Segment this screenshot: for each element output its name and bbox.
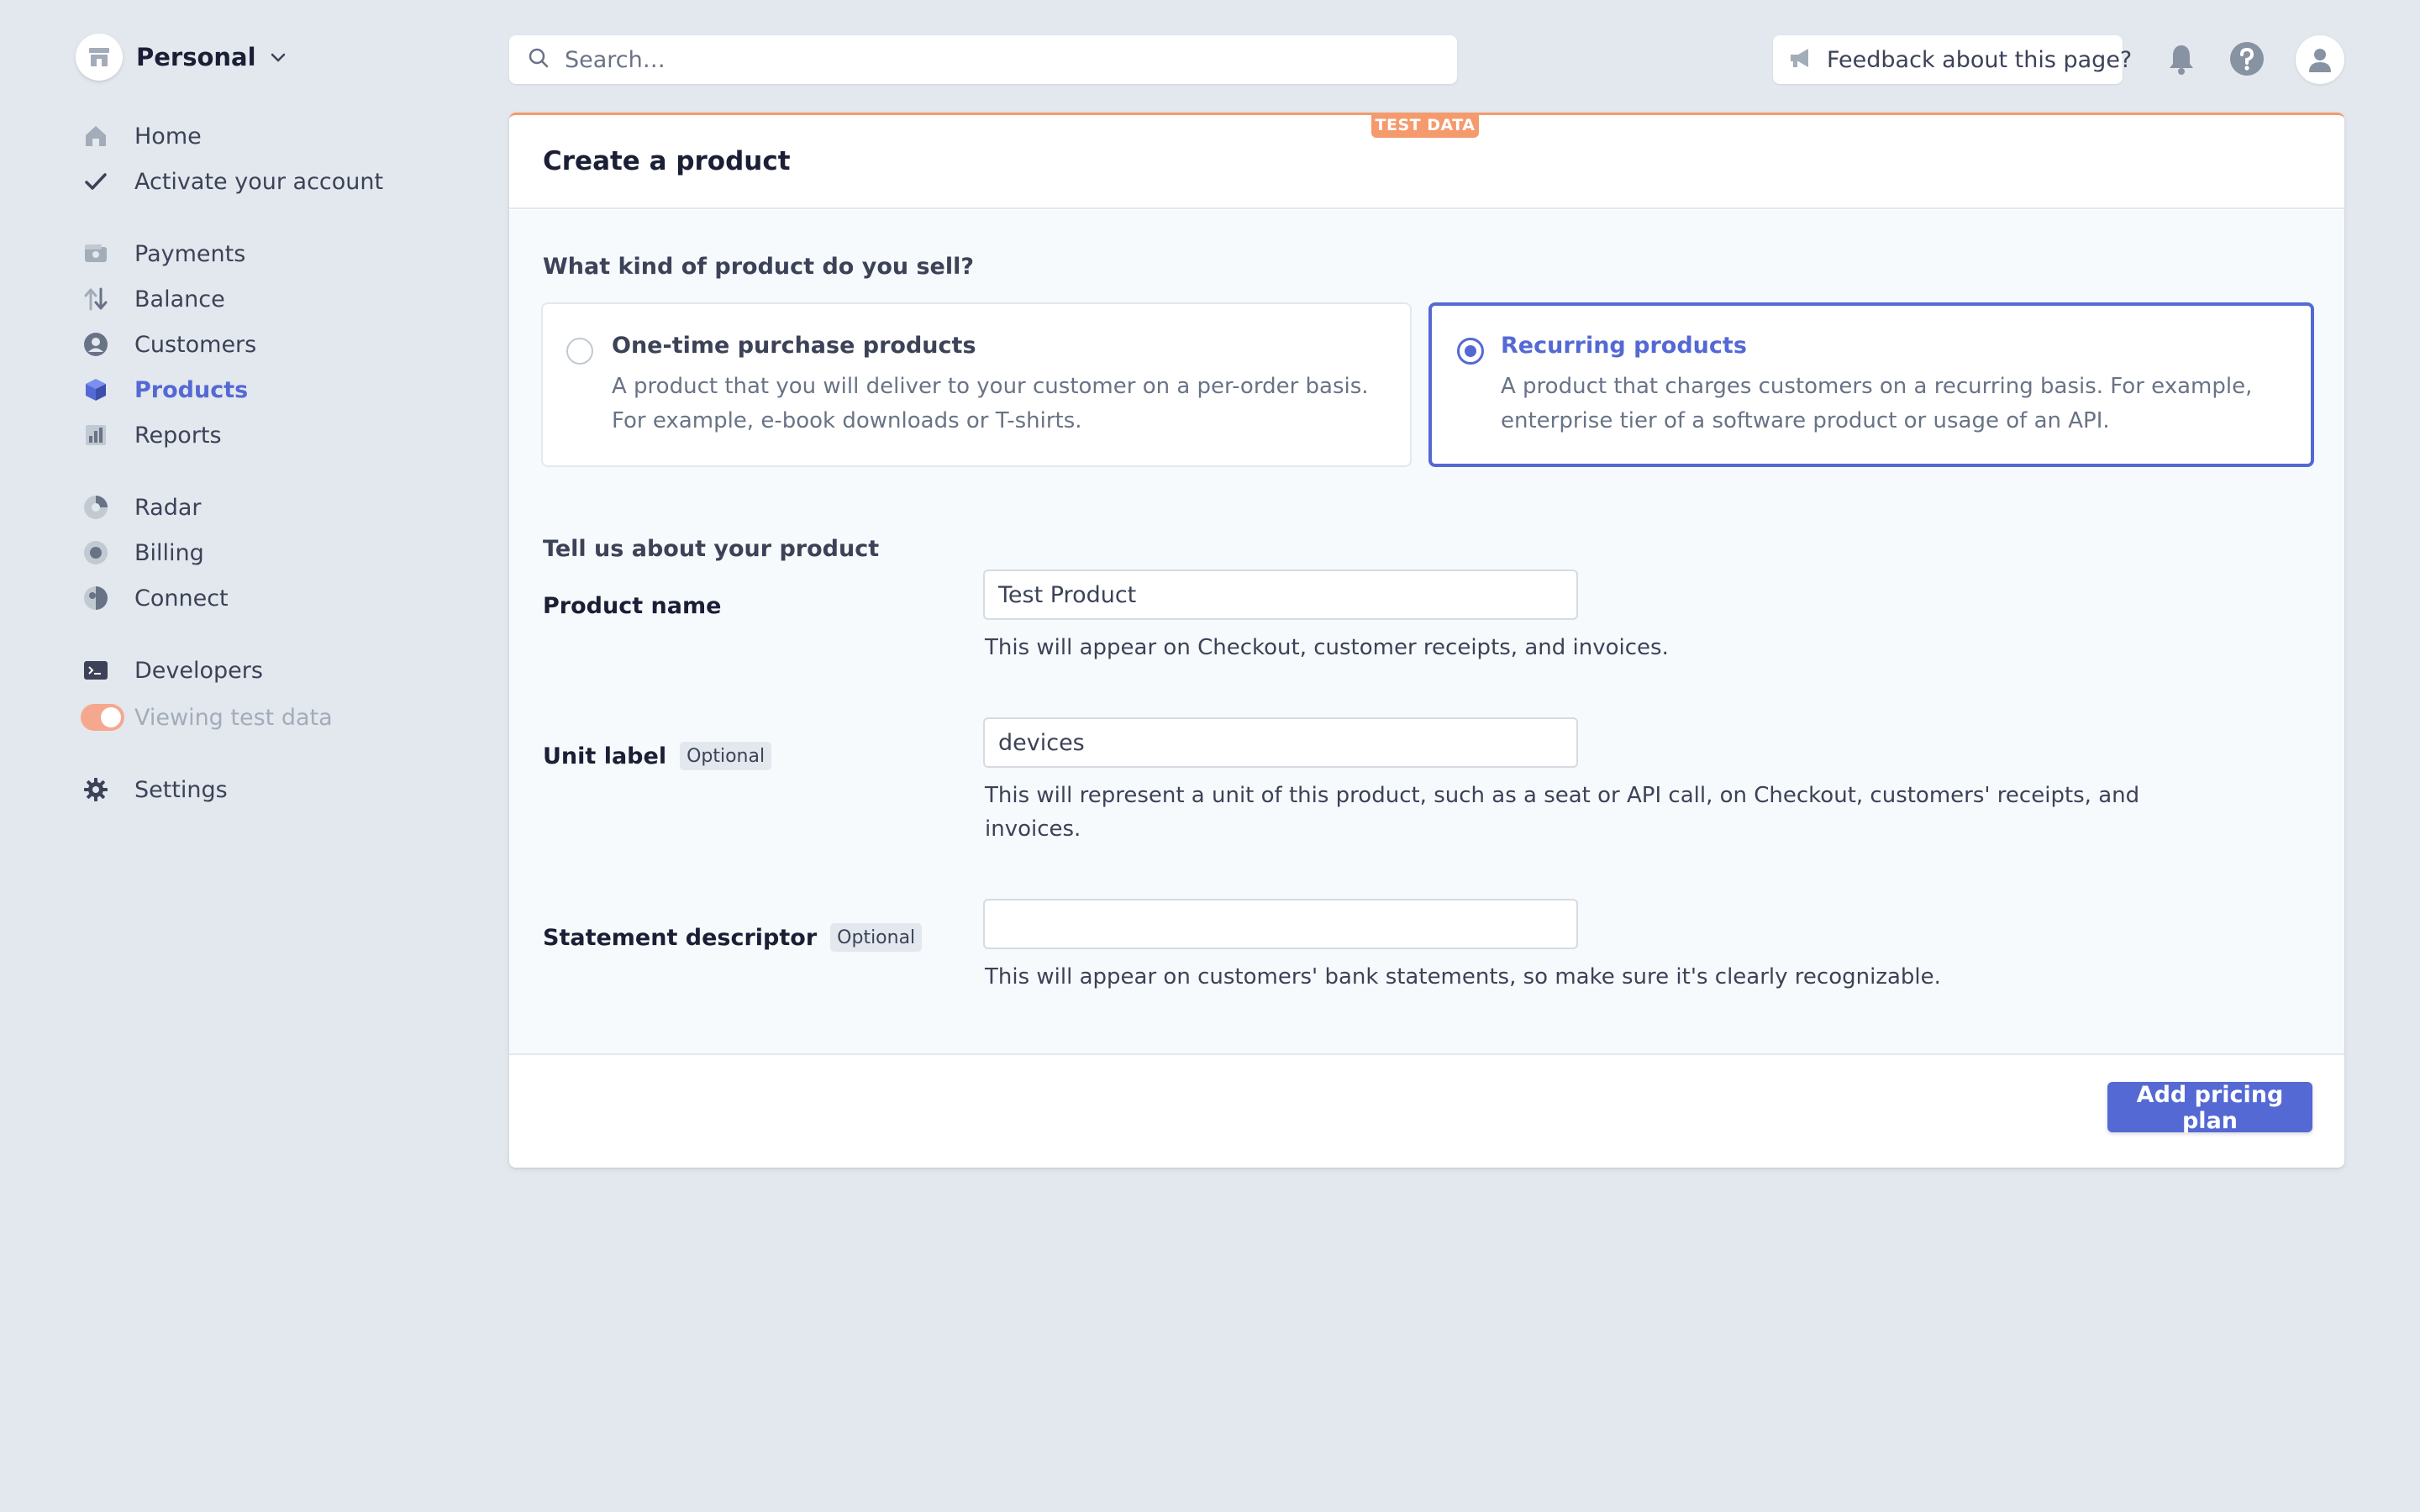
sidebar-item-activate-account[interactable]: Activate your account (81, 163, 383, 200)
sidebar-item-label: Customers (134, 331, 257, 358)
card-footer: Add pricing plan (509, 1053, 2344, 1168)
product-type-question: What kind of product do you sell? (543, 254, 975, 280)
sidebar-item-label: Home (134, 123, 202, 150)
sidebar-item-label: Reports (134, 422, 222, 449)
toggle-switch[interactable] (81, 704, 124, 731)
question-circle-icon[interactable] (2228, 35, 2265, 82)
bell-icon[interactable] (2163, 35, 2200, 82)
radio-one-time[interactable] (566, 338, 593, 365)
label-text: Unit label (543, 743, 667, 769)
test-data-toggle[interactable]: Viewing test data (81, 699, 333, 736)
account-name: Personal (136, 43, 256, 71)
optional-tag: Optional (680, 742, 772, 770)
option-description: A product that you will deliver to your … (612, 374, 1369, 433)
checkmark-icon (81, 166, 111, 197)
product-details-heading: Tell us about your product (543, 536, 880, 562)
sidebar-item-home[interactable]: Home (81, 118, 202, 155)
product-name-label: Product name (543, 593, 721, 619)
terminal-icon (81, 655, 111, 685)
customer-icon (81, 329, 111, 360)
feedback-button[interactable]: Feedback about this page? (1773, 35, 2132, 84)
billing-icon (81, 538, 111, 568)
sidebar-item-label: Settings (134, 776, 228, 803)
optional-tag: Optional (830, 923, 923, 952)
sidebar-item-label: Radar (134, 494, 202, 521)
sidebar-item-label: Balance (134, 286, 225, 312)
statement-descriptor-label: Statement descriptor Optional (543, 921, 923, 954)
sidebar-item-billing[interactable]: Billing (81, 534, 204, 571)
payments-icon (81, 239, 111, 269)
label-text: Product name (543, 593, 722, 619)
search-bar[interactable] (509, 35, 1457, 84)
option-title: One-time purchase products (612, 333, 976, 359)
connect-globe-icon (81, 583, 111, 613)
gear-icon (81, 774, 111, 805)
sidebar-item-label: Products (134, 376, 249, 403)
add-pricing-plan-button[interactable]: Add pricing plan (2107, 1082, 2312, 1134)
sidebar-item-settings[interactable]: Settings (81, 771, 228, 808)
unit-label-label: Unit label Optional (543, 739, 772, 773)
dashboard-root: Personal Home Activate your account Paym… (0, 0, 2420, 1512)
radar-icon (81, 492, 111, 522)
sidebar-item-reports[interactable]: Reports (81, 417, 222, 454)
home-icon (81, 121, 111, 151)
sidebar-item-label: Viewing test data (134, 704, 333, 731)
radio-recurring[interactable] (1457, 338, 1484, 365)
sidebar-item-connect[interactable]: Connect (81, 580, 229, 617)
store-icon (76, 34, 123, 81)
option-title: Recurring products (1501, 333, 1747, 359)
chevron-down-icon (268, 47, 288, 67)
sidebar-item-payments[interactable]: Payments (81, 235, 245, 272)
sidebar-item-developers[interactable]: Developers (81, 652, 263, 689)
label-text: Statement descriptor (543, 924, 818, 951)
sidebar-item-customers[interactable]: Customers (81, 326, 256, 363)
unit-label-help: This will represent a unit of this produ… (985, 783, 2140, 842)
user-avatar-icon[interactable] (2296, 35, 2344, 84)
sidebar-item-radar[interactable]: Radar (81, 489, 202, 526)
product-name-help: This will appear on Checkout, customer r… (985, 635, 1669, 660)
balance-arrows-icon (81, 284, 111, 314)
sidebar-item-label: Payments (134, 240, 246, 267)
card-body: What kind of product do you sell? One-ti… (509, 210, 2344, 1053)
sidebar-item-label: Activate your account (134, 168, 384, 195)
product-box-icon (81, 375, 111, 405)
statement-descriptor-input[interactable] (983, 899, 1578, 949)
search-input[interactable] (565, 46, 1405, 73)
megaphone-icon (1788, 46, 1815, 73)
option-one-time[interactable]: One-time purchase products A product tha… (541, 302, 1412, 467)
sidebar-item-label: Connect (134, 585, 229, 612)
unit-label-input[interactable] (983, 717, 1578, 768)
reports-chart-icon (81, 420, 111, 450)
product-name-input[interactable] (983, 570, 1578, 620)
option-description: A product that charges customers on a re… (1501, 374, 2253, 433)
sidebar-item-balance[interactable]: Balance (81, 281, 225, 318)
sidebar-item-label: Developers (134, 657, 263, 684)
test-data-badge: TEST DATA (1371, 113, 1479, 138)
account-switcher[interactable]: Personal (76, 34, 288, 81)
statement-descriptor-help: This will appear on customers' bank stat… (985, 964, 1941, 990)
create-product-card: TEST DATA Create a product What kind of … (509, 113, 2344, 1168)
option-recurring[interactable]: Recurring products A product that charge… (1428, 302, 2314, 467)
page-title: Create a product (543, 146, 791, 176)
search-icon (528, 47, 550, 72)
sidebar-item-products[interactable]: Products (81, 371, 248, 408)
feedback-label: Feedback about this page? (1827, 46, 2133, 73)
sidebar-item-label: Billing (134, 539, 204, 566)
